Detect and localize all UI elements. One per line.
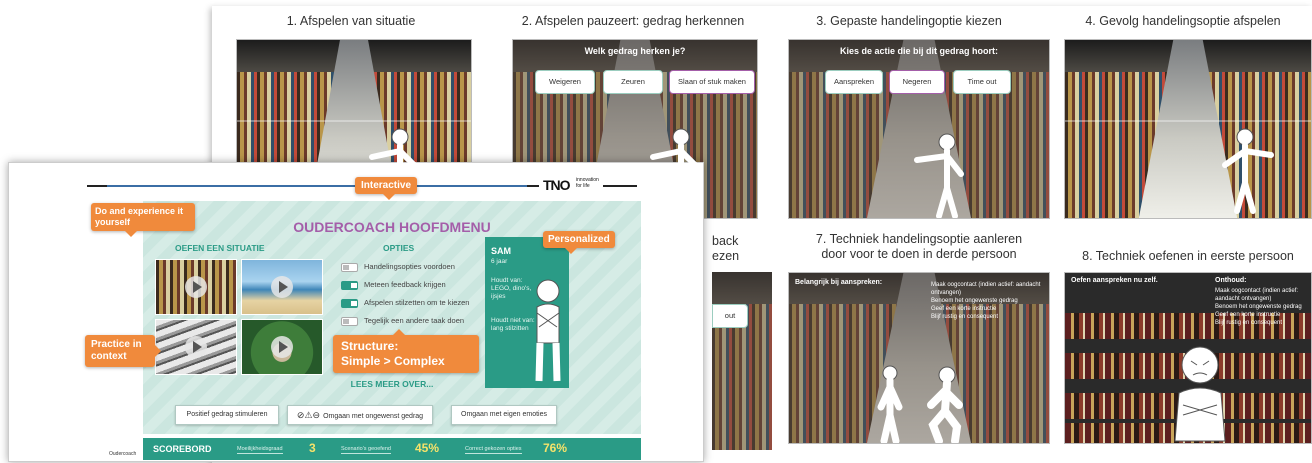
profile-name: SAM [491, 246, 511, 256]
warning-icons: ⊘⚠⊖ [296, 410, 321, 420]
option-label: Handelingsopties voordoen [364, 262, 455, 271]
instruction-list: Maak oogcontact (indien actief: aandacht… [1215, 287, 1311, 327]
instruction-heading: Oefen aanspreken nu zelf. [1071, 277, 1158, 284]
callout-personalized: Personalized [543, 231, 615, 254]
section-heading-opties: OPTIES [383, 243, 415, 253]
footer-brand: Oudercoach [109, 451, 137, 457]
option-row[interactable]: Handelingsopties voordoen [341, 261, 455, 273]
instruction-panel: Oefen aanspreken nu zelf. Onthoud: Maak … [1071, 277, 1311, 326]
step-title-5-line2: ezen [712, 249, 740, 263]
instruction-item: Maak oogcontact (indien actief: aandacht… [1215, 288, 1299, 302]
child-figure [1222, 128, 1274, 214]
situation-supermarket-thumb[interactable] [155, 259, 237, 315]
step-title-7-line1: 7. Techniek handelingsoptie aanleren [815, 232, 1023, 246]
scene-3-choose-action: Kies de actie die bij dit gedrag hoort: … [788, 39, 1050, 219]
callout-structure: Structure: Simple > Complex [333, 329, 479, 373]
choice-zeuren-button[interactable]: Zeuren [603, 70, 663, 94]
child-profile-card[interactable]: SAM 6 jaar Houdt van: LEGO, dino's, ijsj… [485, 237, 569, 388]
score-label: Moeilijkheidsgraad [237, 446, 283, 454]
score-value: 76% [543, 441, 568, 455]
step-title-7-line2: door voor te doen in derde persoon [821, 247, 1017, 261]
step-title-7: 7. Techniek handelingsoptie aanleren doo… [788, 232, 1050, 262]
callout-do-experience: Do and experience it yourself [91, 203, 195, 237]
option-label: Afspelen stilzetten om te kiezen [364, 298, 470, 307]
step-title-2: 2. Afspelen pauzeert: gedrag herkennen [521, 14, 745, 28]
scene-4-result[interactable] [1064, 39, 1312, 219]
option-row[interactable]: Meteen feedback krijgen [341, 279, 446, 291]
read-more-heading: LEES MEER OVER... [350, 379, 434, 389]
read-unwanted-button[interactable]: ⊘⚠⊖ Omgaan met ongewenst gedrag [287, 405, 433, 425]
question-text: Welk gedrag herken je? [584, 46, 686, 56]
option-row[interactable]: Afspelen stilzetten om te kiezen [341, 297, 469, 309]
step-title-4: 4. Gevolg handelingsoptie afspelen [1085, 14, 1281, 28]
step-title-5: back ezen [712, 234, 752, 264]
child-figure [877, 365, 903, 443]
scoreboard-label: SCOREBORD [153, 444, 212, 454]
callout-interactive: Interactive [355, 177, 418, 200]
read-positive-button[interactable]: Positief gedrag stimuleren [175, 405, 279, 425]
choice-negeren-button[interactable]: Negeren [889, 70, 945, 94]
situation-beach-thumb[interactable] [241, 259, 323, 315]
step-title-8: 8. Techniek oefenen in eerste persoon [1082, 249, 1294, 263]
scene-8-practice-first-person[interactable]: Oefen aanspreken nu zelf. Onthoud: Maak … [1064, 272, 1312, 444]
top-rule-accent [107, 185, 527, 187]
toggle-switch[interactable] [341, 262, 358, 272]
instruction-panel: Belangrijk bij aanspreken: Maak oogconta… [795, 279, 1045, 320]
instruction-item: Blijf rustig en consequent [1215, 320, 1283, 326]
read-emotions-button[interactable]: Omgaan met eigen emoties [451, 405, 557, 425]
score-label: Scenario's geoefend [341, 446, 391, 454]
child-figure [914, 133, 964, 218]
play-icon[interactable] [185, 336, 207, 358]
step-title-1: 1. Afspelen van situatie [286, 14, 416, 28]
scene-5-feedback: out [712, 272, 772, 450]
choice-aanspreken-button[interactable]: Aanspreken [825, 70, 883, 94]
instruction-heading: Belangrijk bij aanspreken: [795, 279, 883, 286]
child-figure [650, 128, 698, 195]
score-value: 3 [309, 441, 316, 455]
brand-name: TNO [543, 177, 571, 193]
score-label: Correct gekozen opties [465, 446, 522, 454]
toggle-switch[interactable] [341, 316, 358, 326]
child-avatar [535, 279, 561, 382]
brand-tagline-2: for life [576, 183, 590, 189]
play-icon[interactable] [271, 276, 293, 298]
score-value: 45% [415, 441, 440, 455]
instruction-item: Blijf rustig en consequent [931, 314, 999, 320]
play-icon[interactable] [271, 336, 293, 358]
profile-age: 6 jaar [491, 258, 508, 265]
situation-stairs-thumb[interactable] [155, 319, 237, 375]
option-label: Tegelijk een andere taak doen [364, 316, 465, 325]
profile-likes-label: Houdt van: [491, 277, 523, 284]
choice-slaan-button[interactable]: Slaan of stuk maken [669, 70, 755, 94]
instruction-item: Geef een korte instructie [931, 306, 997, 312]
choice-weigeren-button[interactable]: Weigeren [535, 70, 595, 94]
toggle-switch[interactable] [341, 298, 358, 308]
callout-practice: Practice in context [85, 335, 161, 367]
scoreboard-bar: SCOREBORD Moeilijkheidsgraad 3 Scenario'… [143, 438, 641, 460]
timeout-button[interactable]: out [712, 304, 748, 328]
question-text: Kies de actie die bij dit gedrag hoort: [839, 46, 999, 56]
step-title-5-line1: back [712, 234, 739, 248]
choice-timeout-button[interactable]: Time out [953, 70, 1011, 94]
situation-garden-thumb[interactable] [241, 319, 323, 375]
section-heading-situatie: OEFEN EEN SITUATIE [175, 243, 265, 253]
app-mainmenu-panel: TNO innovation for life OUDERCOACH HOOFD… [8, 162, 704, 462]
option-label: Meteen feedback krijgen [364, 280, 446, 289]
child-angry-figure [1174, 346, 1226, 442]
read-unwanted-label: Omgaan met ongewenst gedrag [323, 413, 424, 420]
callout-structure-line2: Simple > Complex [341, 354, 445, 368]
callout-structure-line1: Structure: [341, 339, 399, 353]
instruction-item: Geef een korte instructie [1215, 312, 1281, 318]
scene-7-learn-technique: Belangrijk bij aanspreken: Maak oogconta… [788, 272, 1050, 444]
parent-figure [927, 366, 963, 443]
instruction-item: Maak oogcontact (indien actief: aandacht… [931, 282, 1041, 296]
instruction-subheading: Onthoud: [1215, 277, 1247, 284]
toggle-switch[interactable] [341, 280, 358, 290]
play-icon[interactable] [185, 276, 207, 298]
instruction-list: Maak oogcontact (indien actief: aandacht… [931, 281, 1045, 321]
brand-logo: TNO innovation for life [539, 177, 603, 195]
instruction-item: Benoem het ongewenste gedrag [1215, 304, 1302, 310]
step-title-3: 3. Gepaste handelingoptie kiezen [816, 14, 1002, 28]
instruction-item: Benoem het ongewenste gedrag [931, 298, 1018, 304]
